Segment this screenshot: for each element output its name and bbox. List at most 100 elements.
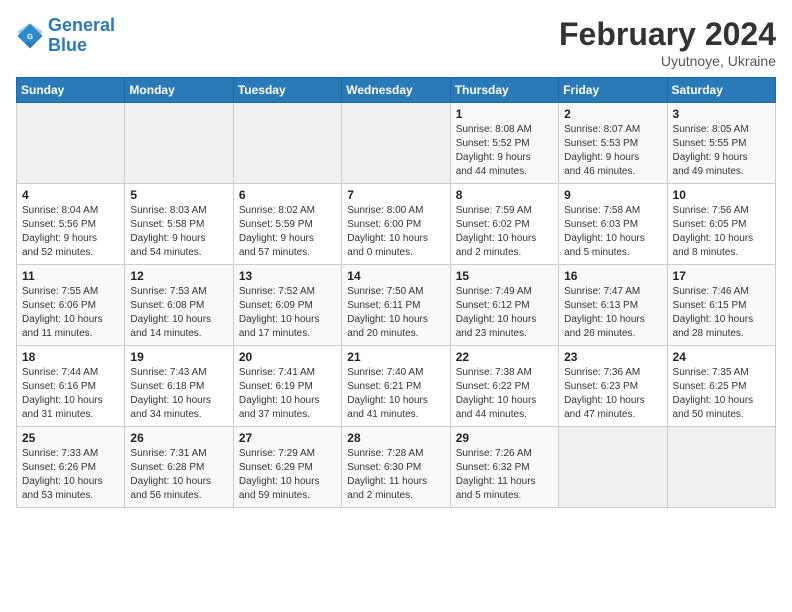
title-block: February 2024 Uyutnoye, Ukraine [559,16,776,69]
day-info: Sunrise: 7:59 AM Sunset: 6:02 PM Dayligh… [456,204,553,260]
week-row-2: 4Sunrise: 8:04 AM Sunset: 5:56 PM Daylig… [17,184,776,265]
day-info: Sunrise: 7:49 AM Sunset: 6:12 PM Dayligh… [456,285,553,341]
day-info: Sunrise: 7:41 AM Sunset: 6:19 PM Dayligh… [239,366,336,422]
day-number: 22 [456,350,553,364]
day-info: Sunrise: 8:03 AM Sunset: 5:58 PM Dayligh… [130,204,227,260]
day-info: Sunrise: 7:33 AM Sunset: 6:26 PM Dayligh… [22,447,119,503]
week-row-3: 11 Sunrise: 7:55 AM Sunset: 6:06 PM Dayli… [17,265,776,346]
day-info: Sunrise: 7:44 AM Sunset: 6:16 PM Dayligh… [22,366,119,422]
day-cell: 15 Sunrise: 7:49 AM Sunset: 6:12 PM Dayli… [450,265,558,346]
header-row: SundayMondayTuesdayWednesdayThursdayFrid… [17,78,776,103]
day-cell: 13Sunrise: 7:52 AM Sunset: 6:09 PM Dayli… [233,265,341,346]
day-number: 11 [22,269,119,283]
day-cell: 3 Sunrise: 8:05 AM Sunset: 5:55 PM Daylig… [667,103,775,184]
col-header-wednesday: Wednesday [342,78,450,103]
day-cell: 26Sunrise: 7:31 AM Sunset: 6:28 PM Dayli… [125,427,233,508]
col-header-friday: Friday [559,78,667,103]
logo: G General Blue [16,16,115,56]
day-info: Sunrise: 7:52 AM Sunset: 6:09 PM Dayligh… [239,285,336,341]
day-cell: 19Sunrise: 7:43 AM Sunset: 6:18 PM Dayli… [125,346,233,427]
day-number: 17 [673,269,770,283]
day-cell: 4Sunrise: 8:04 AM Sunset: 5:56 PM Daylig… [17,184,125,265]
day-number: 26 [130,431,227,445]
day-number: 29 [456,431,553,445]
day-cell: 27Sunrise: 7:29 AM Sunset: 6:29 PM Dayli… [233,427,341,508]
day-info: Sunrise: 7:56 AM Sunset: 6:05 PM Dayligh… [673,204,770,260]
day-number: 2 [564,107,661,121]
day-cell [125,103,233,184]
day-number: 5 [130,188,227,202]
day-number: 28 [347,431,444,445]
day-number: 20 [239,350,336,364]
day-cell: 18Sunrise: 7:44 AM Sunset: 6:16 PM Dayli… [17,346,125,427]
day-cell: 29 Sunrise: 7:26 AM Sunset: 6:32 PM Dayli… [450,427,558,508]
day-number: 16 [564,269,661,283]
day-cell: 2 Sunrise: 8:07 AM Sunset: 5:53 PM Daylig… [559,103,667,184]
day-info: Sunrise: 8:00 AM Sunset: 6:00 PM Dayligh… [347,204,444,260]
day-number: 12 [130,269,227,283]
day-info: Sunrise: 7:38 AM Sunset: 6:22 PM Dayligh… [456,366,553,422]
day-number: 6 [239,188,336,202]
day-number: 1 [456,107,553,121]
day-info: Sunrise: 7:46 AM Sunset: 6:15 PM Dayligh… [673,285,770,341]
day-cell: 24 Sunrise: 7:35 AM Sunset: 6:25 PM Dayli… [667,346,775,427]
day-number: 10 [673,188,770,202]
day-cell: 8 Sunrise: 7:59 AM Sunset: 6:02 PM Daylig… [450,184,558,265]
logo-text: General Blue [48,16,115,56]
svg-text:G: G [27,32,33,41]
day-number: 24 [673,350,770,364]
week-row-5: 25Sunrise: 7:33 AM Sunset: 6:26 PM Dayli… [17,427,776,508]
day-number: 23 [564,350,661,364]
day-info: Sunrise: 7:28 AM Sunset: 6:30 PM Dayligh… [347,447,444,503]
day-cell [233,103,341,184]
day-info: Sunrise: 7:26 AM Sunset: 6:32 PM Dayligh… [456,447,553,503]
day-info: Sunrise: 7:47 AM Sunset: 6:13 PM Dayligh… [564,285,661,341]
day-cell [667,427,775,508]
logo-icon: G [16,22,44,50]
day-info: Sunrise: 7:35 AM Sunset: 6:25 PM Dayligh… [673,366,770,422]
day-info: Sunrise: 7:36 AM Sunset: 6:23 PM Dayligh… [564,366,661,422]
col-header-tuesday: Tuesday [233,78,341,103]
day-info: Sunrise: 8:05 AM Sunset: 5:55 PM Dayligh… [673,123,770,179]
day-info: Sunrise: 8:07 AM Sunset: 5:53 PM Dayligh… [564,123,661,179]
col-header-thursday: Thursday [450,78,558,103]
week-row-4: 18Sunrise: 7:44 AM Sunset: 6:16 PM Dayli… [17,346,776,427]
day-cell: 11 Sunrise: 7:55 AM Sunset: 6:06 PM Dayli… [17,265,125,346]
day-cell: 12 Sunrise: 7:53 AM Sunset: 6:08 PM Dayli… [125,265,233,346]
day-cell: 25Sunrise: 7:33 AM Sunset: 6:26 PM Dayli… [17,427,125,508]
day-cell: 1 Sunrise: 8:08 AM Sunset: 5:52 PM Daylig… [450,103,558,184]
day-cell [342,103,450,184]
day-info: Sunrise: 7:53 AM Sunset: 6:08 PM Dayligh… [130,285,227,341]
day-cell: 14 Sunrise: 7:50 AM Sunset: 6:11 PM Dayli… [342,265,450,346]
day-cell: 6 Sunrise: 8:02 AM Sunset: 5:59 PM Daylig… [233,184,341,265]
day-number: 8 [456,188,553,202]
day-info: Sunrise: 8:08 AM Sunset: 5:52 PM Dayligh… [456,123,553,179]
day-info: Sunrise: 7:40 AM Sunset: 6:21 PM Dayligh… [347,366,444,422]
day-number: 3 [673,107,770,121]
day-number: 7 [347,188,444,202]
day-cell: 5 Sunrise: 8:03 AM Sunset: 5:58 PM Daylig… [125,184,233,265]
day-cell: 22 Sunrise: 7:38 AM Sunset: 6:22 PM Dayli… [450,346,558,427]
day-number: 14 [347,269,444,283]
day-info: Sunrise: 7:43 AM Sunset: 6:18 PM Dayligh… [130,366,227,422]
day-cell: 7 Sunrise: 8:00 AM Sunset: 6:00 PM Daylig… [342,184,450,265]
day-cell [17,103,125,184]
day-cell [559,427,667,508]
day-cell: 23 Sunrise: 7:36 AM Sunset: 6:23 PM Dayli… [559,346,667,427]
day-number: 21 [347,350,444,364]
day-info: Sunrise: 7:55 AM Sunset: 6:06 PM Dayligh… [22,285,119,341]
month-title: February 2024 [559,16,776,53]
day-cell: 17 Sunrise: 7:46 AM Sunset: 6:15 PM Dayli… [667,265,775,346]
day-info: Sunrise: 8:02 AM Sunset: 5:59 PM Dayligh… [239,204,336,260]
day-cell: 9 Sunrise: 7:58 AM Sunset: 6:03 PM Daylig… [559,184,667,265]
day-number: 15 [456,269,553,283]
day-info: Sunrise: 7:29 AM Sunset: 6:29 PM Dayligh… [239,447,336,503]
day-info: Sunrise: 7:58 AM Sunset: 6:03 PM Dayligh… [564,204,661,260]
col-header-saturday: Saturday [667,78,775,103]
day-number: 9 [564,188,661,202]
location-subtitle: Uyutnoye, Ukraine [559,53,776,69]
day-info: Sunrise: 8:04 AM Sunset: 5:56 PM Dayligh… [22,204,119,260]
day-cell: 28 Sunrise: 7:28 AM Sunset: 6:30 PM Dayli… [342,427,450,508]
page-header: G General Blue February 2024 Uyutnoye, U… [16,16,776,69]
day-info: Sunrise: 7:50 AM Sunset: 6:11 PM Dayligh… [347,285,444,341]
